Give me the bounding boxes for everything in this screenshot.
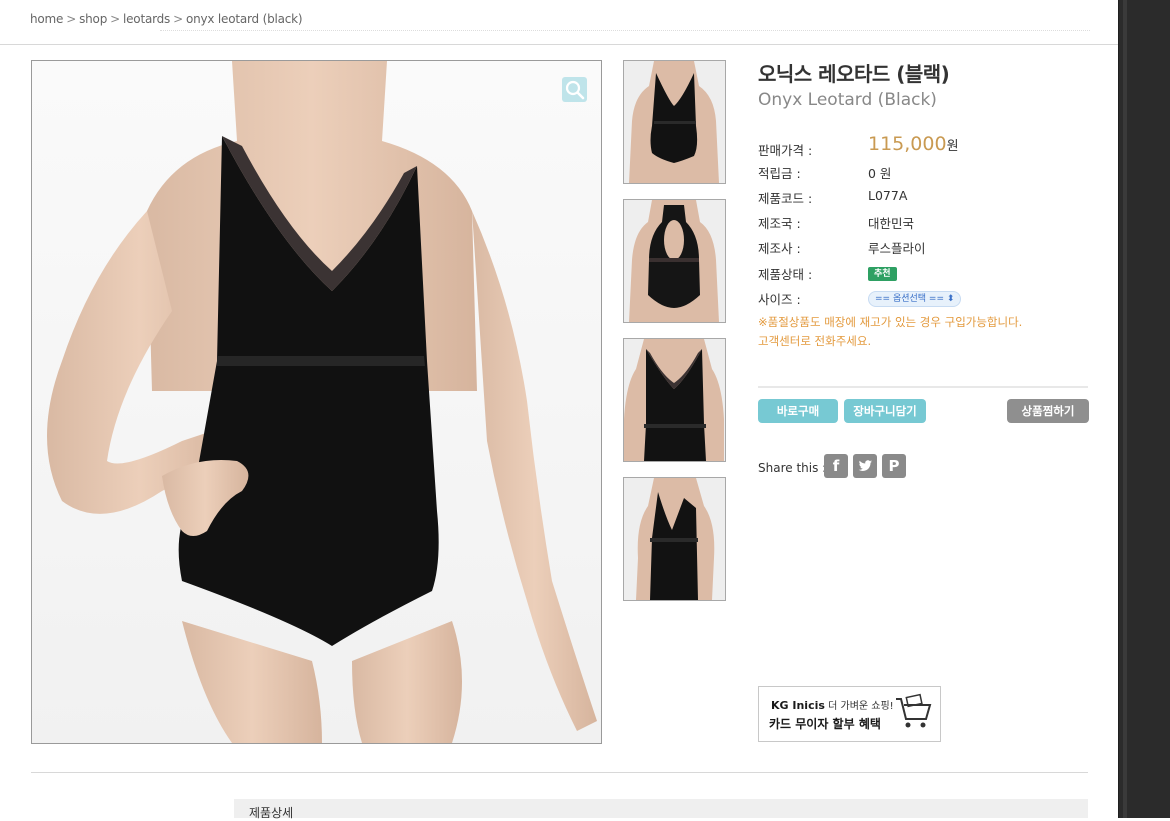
thumbnail-image <box>624 200 725 322</box>
breadcrumb-home[interactable]: home <box>30 12 63 26</box>
stock-notice-line2: 고객센터로 전화주세요. <box>758 334 872 348</box>
status-label: 제품상태 : <box>758 267 813 282</box>
section-divider <box>31 772 1088 773</box>
code-label: 제품코드 : <box>758 191 813 206</box>
breadcrumb-separator: > <box>66 12 77 26</box>
leotard-model-photo <box>47 61 597 743</box>
breadcrumb-shop[interactable]: shop <box>79 12 107 26</box>
product-title-en: Onyx Leotard (Black) <box>758 90 937 110</box>
price-value: 115,000 <box>868 133 947 155</box>
buy-now-button[interactable]: 바로구매 <box>758 399 838 423</box>
thumbnail-back[interactable] <box>623 199 726 323</box>
header-divider <box>0 44 1118 45</box>
share-label: Share this : <box>758 461 827 475</box>
size-label: 사이즈 : <box>758 292 801 307</box>
pinterest-icon[interactable]: P <box>882 454 906 478</box>
breadcrumb-leotards[interactable]: leotards <box>123 12 170 26</box>
thumbnail-side[interactable] <box>623 477 726 601</box>
stock-notice-line1: ※품절상품도 매장에 재고가 있는 경우 구입가능합니다. <box>758 315 1023 329</box>
banner-brand: KG Inicis <box>771 699 825 712</box>
thumbnail-image <box>624 339 725 461</box>
country-label: 제조국 : <box>758 216 801 231</box>
wishlist-button[interactable]: 상품찜하기 <box>1007 399 1089 423</box>
main-product-image[interactable] <box>31 60 602 744</box>
banner-tagline: 더 가벼운 쇼핑! <box>828 701 894 712</box>
points-value: 0 원 <box>868 166 892 181</box>
thumbnail-image <box>624 478 725 600</box>
banner-line1: KG Inicis 더 가벼운 쇼핑! <box>771 697 894 712</box>
breadcrumb-separator: > <box>173 12 183 26</box>
banner-main-text: 카드 무이자 할부 혜택 <box>769 717 881 731</box>
zoom-button[interactable] <box>562 77 587 102</box>
product-title-ko: 오닉스 레오타드 (블랙) <box>758 62 950 86</box>
status-badge: 추천 <box>868 267 897 281</box>
price-unit: 원 <box>946 139 959 154</box>
size-select[interactable]: == 옵션선택 == ⬍ <box>868 291 962 307</box>
kg-inicis-banner[interactable]: KG Inicis 더 가벼운 쇼핑! 카드 무이자 할부 혜택 <box>758 686 941 742</box>
window-scrollbar[interactable] <box>1118 0 1170 818</box>
twitter-icon[interactable] <box>853 454 877 478</box>
code-value: L077A <box>868 188 908 203</box>
chevron-updown-icon: ⬍ <box>946 294 955 304</box>
thumbnail-image <box>624 61 725 183</box>
twitter-bird-icon <box>858 460 872 471</box>
thumbnail-closeup[interactable] <box>623 338 726 462</box>
thumbnail-front[interactable] <box>623 60 726 184</box>
size-select-value: == 옵션선택 == <box>875 294 945 304</box>
country-value: 대한민국 <box>868 216 915 231</box>
breadcrumb: home > shop > leotards > onyx leotard (black) <box>30 12 1090 32</box>
facebook-icon[interactable]: f <box>824 454 848 478</box>
breadcrumb-separator: > <box>110 12 120 26</box>
shopping-cart-icon <box>896 693 932 728</box>
maker-label: 제조사 : <box>758 241 801 256</box>
breadcrumb-divider <box>160 30 1090 31</box>
product-detail-tab-label: 제품상세 <box>249 806 294 820</box>
magnifier-icon <box>565 80 585 100</box>
breadcrumb-current: onyx leotard (black) <box>185 12 303 26</box>
price-label: 판매가격 : <box>758 143 813 158</box>
points-label: 적립금 : <box>758 166 801 181</box>
add-to-cart-button[interactable]: 장바구니담기 <box>844 399 926 423</box>
action-divider <box>758 386 1088 388</box>
product-detail-tab[interactable]: 제품상세 <box>234 799 1088 820</box>
maker-value: 루스플라이 <box>868 241 926 256</box>
